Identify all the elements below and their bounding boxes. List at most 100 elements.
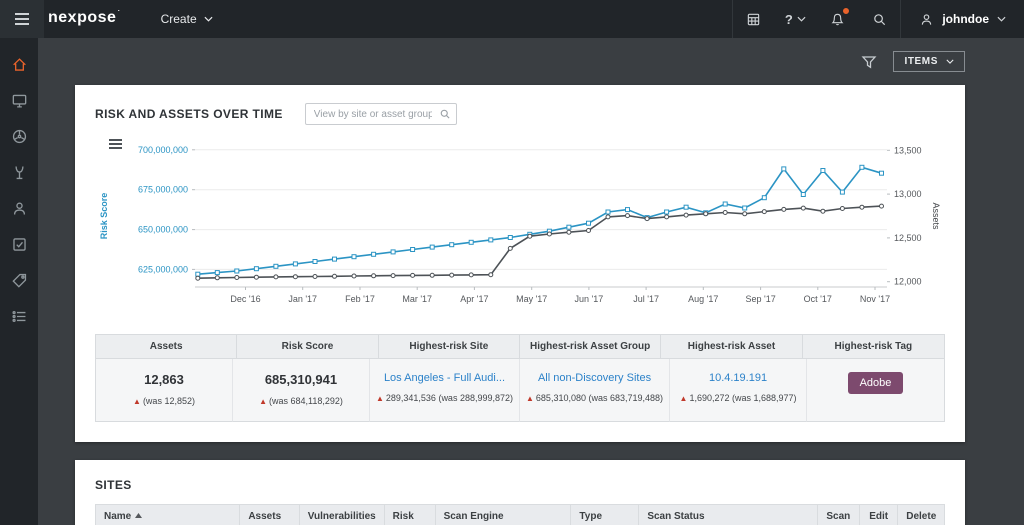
risk-assets-chart: 625,000,000 650,000,000 675,000,000 700,000… bbox=[99, 145, 941, 304]
svg-text:Jun '17: Jun '17 bbox=[575, 294, 604, 304]
column-header-scan-engine[interactable]: Scan Engine bbox=[434, 504, 572, 525]
logo-mark: ˙ bbox=[117, 9, 121, 18]
sidebar-reports-icon[interactable] bbox=[0, 226, 38, 262]
summary-header: Highest-risk Asset Group bbox=[519, 335, 662, 359]
svg-text:12,000: 12,000 bbox=[894, 277, 922, 287]
column-header-scan[interactable]: Scan bbox=[816, 504, 861, 525]
main-content: ITEMS RISK AND ASSETS OVER TIME 625,000,… bbox=[38, 38, 1024, 525]
summary-header: Highest-risk Site bbox=[378, 335, 520, 359]
chart-menu-icon[interactable] bbox=[107, 137, 124, 151]
svg-text:13,500: 13,500 bbox=[894, 145, 922, 155]
search-icon bbox=[440, 109, 450, 119]
column-header-delete[interactable]: Delete bbox=[897, 504, 945, 525]
sidebar-assets-icon[interactable] bbox=[0, 118, 38, 154]
sidebar-administration-icon[interactable] bbox=[0, 298, 38, 334]
notifications-bell-icon[interactable] bbox=[816, 0, 858, 38]
sidebar-policies-icon[interactable] bbox=[0, 190, 38, 226]
svg-text:Oct '17: Oct '17 bbox=[804, 294, 832, 304]
sidebar-sites-icon[interactable] bbox=[0, 82, 38, 118]
svg-text:Nov '17: Nov '17 bbox=[860, 294, 890, 304]
sidebar bbox=[0, 38, 38, 525]
risk-assets-card: RISK AND ASSETS OVER TIME 625,000,000 650… bbox=[75, 85, 965, 442]
summary-values: 12,863 ▲ (was 12,852) 685,310,941 ▲ (was 684,… bbox=[96, 359, 944, 422]
svg-text:700,000,000: 700,000,000 bbox=[138, 145, 188, 155]
summary-value: 12,863 bbox=[144, 372, 184, 387]
column-header-name[interactable]: Name bbox=[94, 504, 241, 525]
svg-text:13,000: 13,000 bbox=[894, 189, 922, 199]
up-arrow-icon: ▲ bbox=[375, 394, 384, 403]
svg-text:Risk Score: Risk Score bbox=[99, 193, 109, 240]
summary-link[interactable]: Los Angeles - Full Audi... bbox=[376, 372, 513, 384]
svg-text:Aug '17: Aug '17 bbox=[688, 294, 718, 304]
column-header-assets[interactable]: Assets bbox=[239, 504, 300, 525]
svg-text:675,000,000: 675,000,000 bbox=[138, 185, 188, 195]
sites-table: Name Assets Vulnerabilities Risk Scan Engine… bbox=[94, 504, 945, 525]
summary-delta: ▲ (was 12,852) bbox=[133, 396, 195, 406]
summary-cell: Los Angeles - Full Audi... ▲ 289,341,536 (… bbox=[369, 359, 520, 422]
svg-text:Jan '17: Jan '17 bbox=[288, 294, 317, 304]
chevron-down-icon bbox=[204, 16, 213, 22]
summary-value: 685,310,941 bbox=[264, 372, 338, 387]
summary-cell: All non-Discovery Sites ▲ 685,310,080 (was… bbox=[520, 359, 671, 422]
apps-grid-icon[interactable] bbox=[732, 0, 774, 38]
logo-text: nexpose bbox=[48, 9, 117, 26]
sort-asc-icon bbox=[135, 513, 143, 518]
search-icon[interactable] bbox=[858, 0, 900, 38]
up-arrow-icon: ▲ bbox=[133, 397, 141, 406]
summary-link[interactable]: 10.4.19.191 bbox=[676, 372, 800, 384]
chevron-down-icon bbox=[946, 59, 954, 64]
summary-link[interactable]: All non-Discovery Sites bbox=[526, 372, 663, 384]
app-logo: nexpose ˙ bbox=[44, 0, 131, 38]
sidebar-vulnerabilities-icon[interactable] bbox=[0, 154, 38, 190]
column-header-risk[interactable]: Risk bbox=[383, 504, 436, 525]
summary-cell: 685,310,941 ▲ (was 684,118,292) bbox=[232, 359, 370, 422]
create-label: Create bbox=[160, 12, 197, 26]
content-toolbar: ITEMS bbox=[75, 38, 965, 85]
column-header-vulnerabilities[interactable]: Vulnerabilities bbox=[298, 504, 385, 525]
sites-card: SITES Name Assets Vulnerabilities Risk Scan … bbox=[75, 460, 965, 525]
topbar-left: nexpose ˙ Create bbox=[0, 0, 229, 38]
up-arrow-icon: ▲ bbox=[526, 394, 534, 403]
summary-delta: ▲ 1,690,272 (was 1,688,977) bbox=[679, 393, 797, 403]
chevron-down-icon bbox=[797, 16, 806, 22]
filter-funnel-icon[interactable] bbox=[861, 54, 877, 70]
svg-text:Assets: Assets bbox=[931, 202, 941, 230]
svg-text:Feb '17: Feb '17 bbox=[345, 294, 375, 304]
site-search-input[interactable] bbox=[304, 103, 457, 125]
svg-text:625,000,000: 625,000,000 bbox=[138, 264, 188, 274]
site-search bbox=[304, 103, 457, 125]
tag-badge[interactable]: Adobe bbox=[847, 372, 904, 394]
summary-delta: ▲ (was 684,118,292) bbox=[259, 396, 343, 406]
user-menu[interactable]: johndoe bbox=[900, 0, 1024, 38]
summary-headers: Assets Risk Score Highest-risk Site Highest… bbox=[96, 335, 944, 359]
risk-card-title: RISK AND ASSETS OVER TIME bbox=[95, 107, 283, 121]
help-icon[interactable]: ? bbox=[774, 0, 816, 38]
summary-strip: Assets Risk Score Highest-risk Site Highest… bbox=[95, 334, 945, 422]
svg-text:Apr '17: Apr '17 bbox=[460, 294, 488, 304]
svg-text:Sep '17: Sep '17 bbox=[745, 294, 775, 304]
chart-area: 625,000,000 650,000,000 675,000,000 700,000… bbox=[95, 135, 945, 322]
topbar-right: ? johndoe bbox=[732, 0, 1024, 38]
help-glyph: ? bbox=[784, 11, 793, 27]
menu-icon[interactable] bbox=[0, 0, 44, 38]
summary-cell: 12,863 ▲ (was 12,852) bbox=[96, 359, 233, 422]
column-header-scan-status[interactable]: Scan Status bbox=[638, 504, 818, 525]
summary-delta: ▲ 685,310,080 (was 683,719,488) bbox=[526, 393, 664, 403]
up-arrow-icon: ▲ bbox=[679, 394, 688, 403]
create-button[interactable]: Create bbox=[145, 0, 229, 38]
up-arrow-icon: ▲ bbox=[259, 397, 267, 406]
column-header-edit[interactable]: Edit bbox=[859, 504, 899, 525]
sidebar-home-icon[interactable] bbox=[0, 46, 38, 82]
items-dropdown[interactable]: ITEMS bbox=[893, 51, 965, 72]
column-header-type[interactable]: Type bbox=[570, 504, 640, 525]
svg-text:Mar '17: Mar '17 bbox=[402, 294, 432, 304]
summary-header: Risk Score bbox=[237, 335, 379, 359]
notification-badge bbox=[842, 7, 851, 15]
user-icon bbox=[922, 13, 932, 25]
summary-cell: 10.4.19.191 ▲ 1,690,272 (was 1,688,977) bbox=[670, 359, 808, 422]
topbar: nexpose ˙ Create ? johndoe bbox=[0, 0, 1024, 38]
sidebar-tags-icon[interactable] bbox=[0, 262, 38, 298]
risk-card-header: RISK AND ASSETS OVER TIME bbox=[95, 103, 945, 125]
summary-cell: Adobe bbox=[807, 359, 944, 422]
svg-text:650,000,000: 650,000,000 bbox=[138, 225, 188, 235]
